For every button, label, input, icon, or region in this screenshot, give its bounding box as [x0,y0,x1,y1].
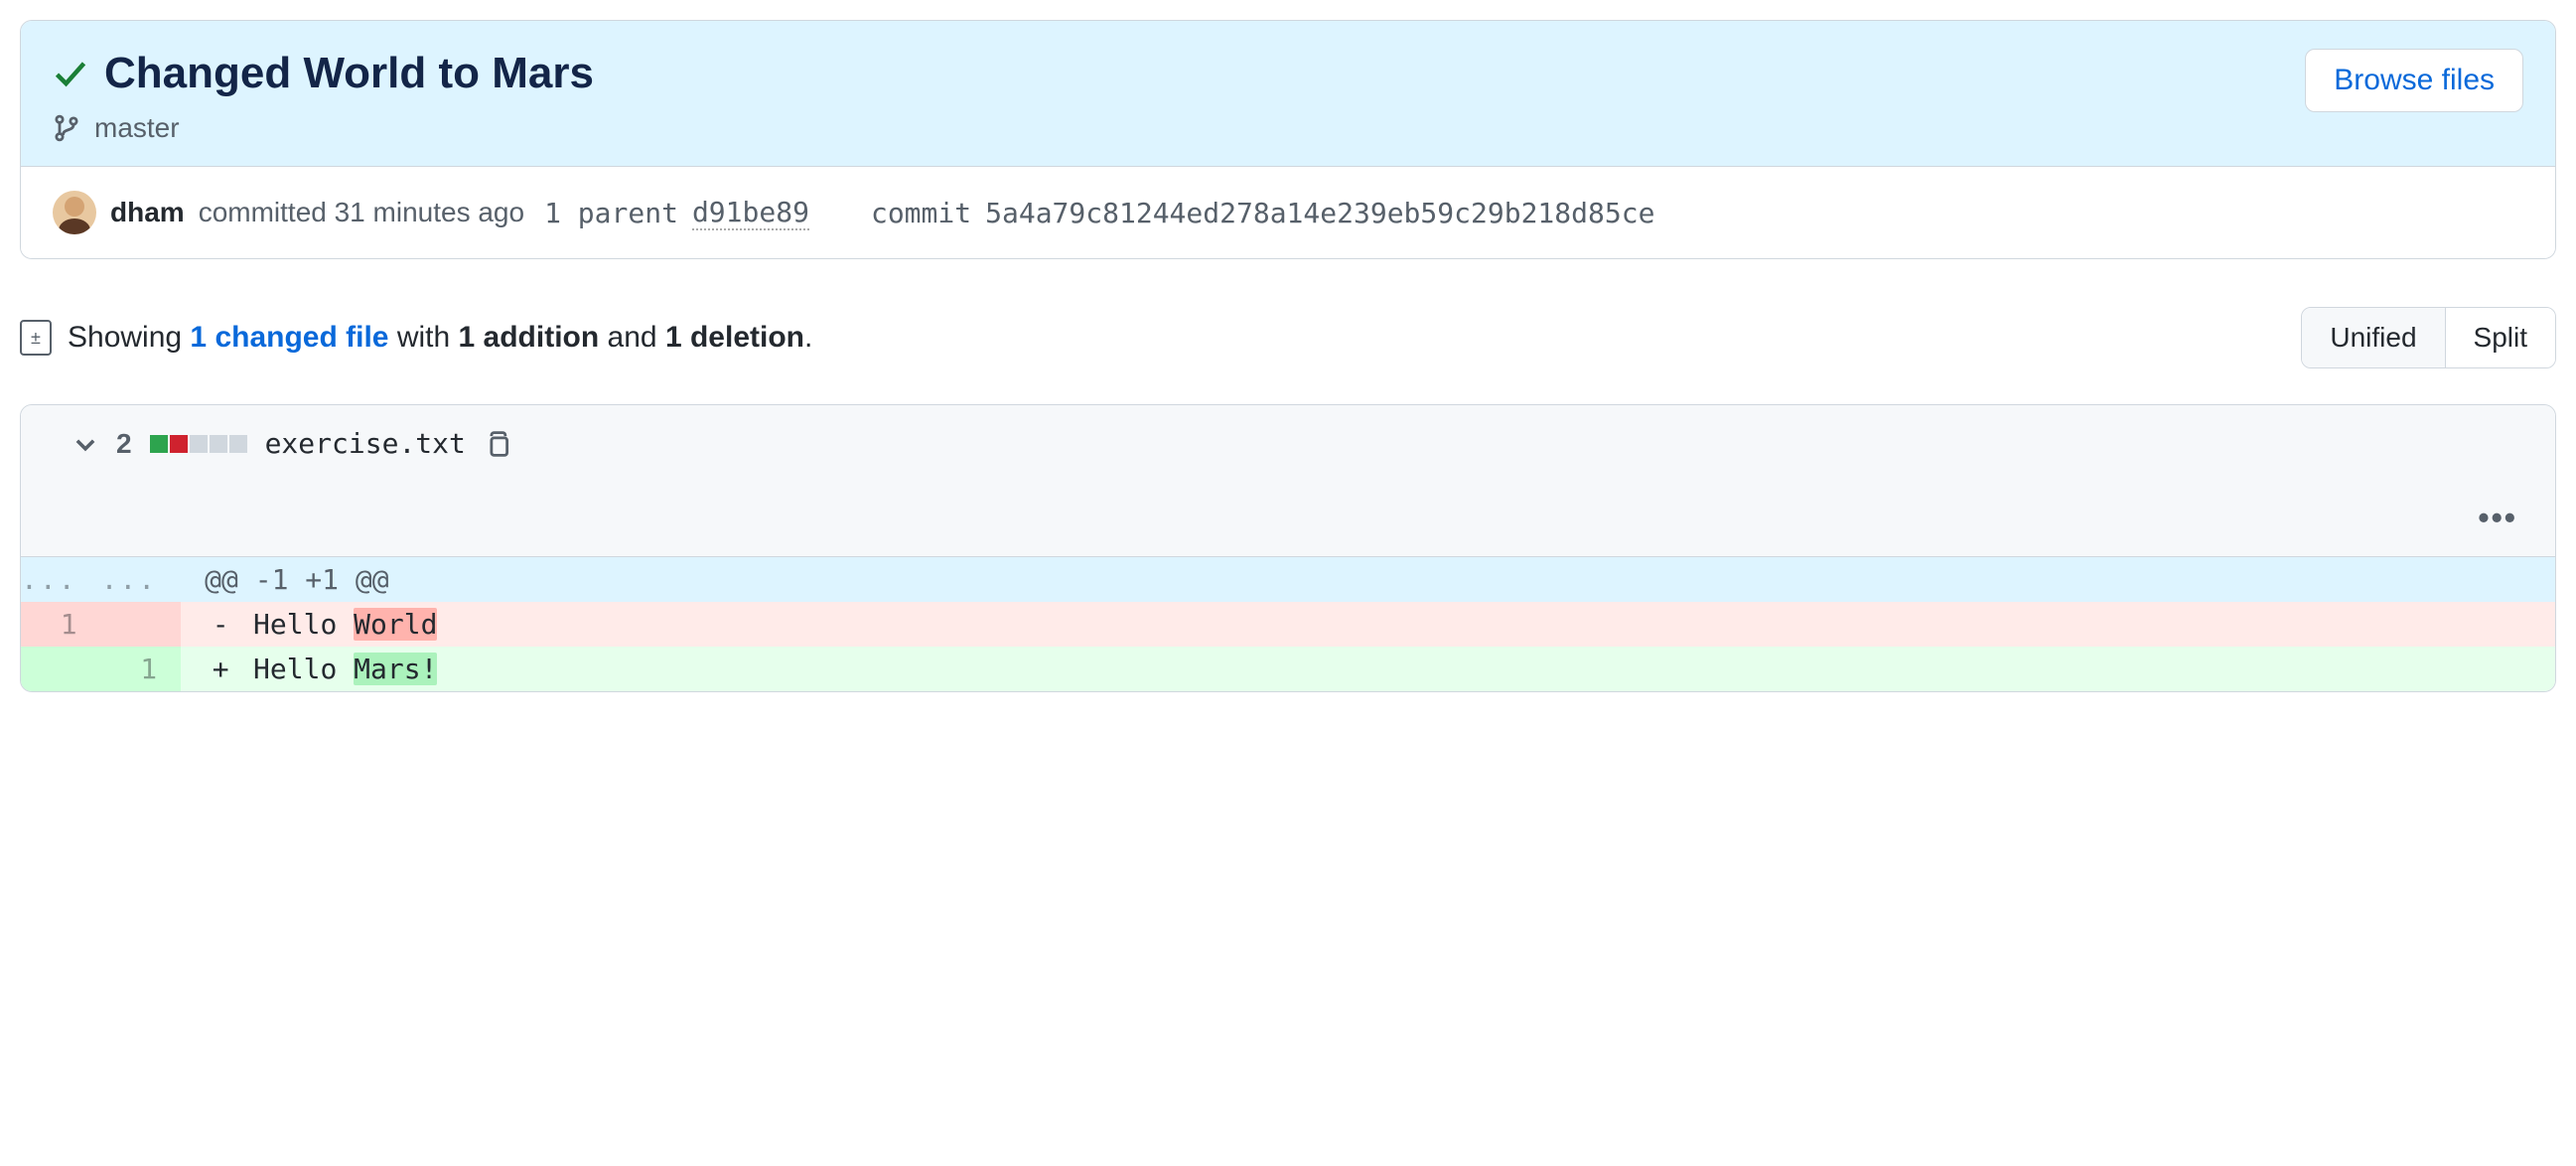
parent-sha[interactable]: d91be89 [692,196,809,230]
minus-sign: - [205,608,236,641]
summary-with: with [397,321,450,354]
hunk-header: @@ -1 +1 @@ [181,557,2555,602]
diff-view-toggle: Unified Split [2301,307,2556,368]
commit-sha-label: commit [871,197,971,229]
add-linenum-new[interactable]: 1 [101,647,182,691]
diff-table: ... ... @@ -1 +1 @@ 1 - Hello World 1 + … [21,557,2555,691]
summary-row: ± Showing 1 changed file with 1 addition… [20,307,2556,368]
diff-square-del [170,435,188,453]
diff-icon[interactable]: ± [20,320,52,356]
split-button[interactable]: Split [2445,308,2555,367]
chevron-down-icon[interactable] [72,431,98,457]
summary-deletions: 1 deletion [665,321,804,354]
browse-files-button[interactable]: Browse files [2305,49,2523,112]
commit-time: committed 31 minutes ago [199,197,524,228]
del-linenum-old[interactable]: 1 [21,602,101,647]
branch-name[interactable]: master [94,112,180,144]
deletion-row: 1 - Hello World [21,602,2555,647]
file-header: 2 exercise.txt ••• [21,405,2555,557]
branch-icon[interactable] [53,114,80,142]
filename[interactable]: exercise.txt [265,427,466,460]
summary-left: ± Showing 1 changed file with 1 addition… [20,320,812,356]
copy-icon[interactable] [484,430,511,458]
commit-title: Changed World to Mars [104,49,594,98]
summary-showing: Showing [68,321,182,354]
avatar[interactable] [53,191,96,234]
branch-row: master [53,112,594,144]
check-icon[interactable] [53,56,88,91]
diff-square-neutral [190,435,208,453]
parent-label: parent [578,197,678,229]
commit-box: Changed World to Mars master Browse file… [20,20,2556,259]
del-highlight: World [354,608,437,641]
add-linenum-old [21,647,101,691]
diff-stat-squares [150,435,247,453]
kebab-icon[interactable]: ••• [2472,500,2523,536]
commit-title-row: Changed World to Mars [53,49,594,98]
hunk-header-row: ... ... @@ -1 +1 @@ [21,557,2555,602]
summary-and: and [608,321,657,354]
summary-period: . [804,321,812,354]
parent-count: 1 [544,197,561,229]
author-name[interactable]: dham [110,197,185,228]
diff-square-neutral [229,435,247,453]
changed-files-link[interactable]: 1 changed file [190,321,388,354]
add-highlight: Mars! [354,653,437,685]
del-code: - Hello World [181,602,2555,647]
commit-sha: 5a4a79c81244ed278a14e239eb59c29b218d85ce [985,197,1654,229]
commit-meta-row: dham committed 31 minutes ago 1 parent d9… [21,167,2555,258]
hunk-linenum-old[interactable]: ... [21,557,101,602]
plus-sign: + [205,653,236,685]
del-linenum-new [101,602,182,647]
commit-header: Changed World to Mars master Browse file… [21,21,2555,167]
unified-button[interactable]: Unified [2302,308,2444,367]
summary-additions: 1 addition [459,321,600,354]
file-header-top: 2 exercise.txt [72,427,2523,460]
commit-header-left: Changed World to Mars master [53,49,594,144]
hunk-linenum-new[interactable]: ... [101,557,182,602]
diff-square-neutral [210,435,227,453]
add-code: + Hello Mars! [181,647,2555,691]
add-prefix: Hello [253,653,354,685]
del-prefix: Hello [253,608,354,641]
file-diff-box: 2 exercise.txt ••• ... ... @@ -1 +1 @@ [20,404,2556,692]
file-header-bottom: ••• [72,500,2523,536]
diff-square-add [150,435,168,453]
summary-text: Showing 1 changed file with 1 addition a… [68,321,812,355]
addition-row: 1 + Hello Mars! [21,647,2555,691]
file-change-count: 2 [116,428,132,460]
